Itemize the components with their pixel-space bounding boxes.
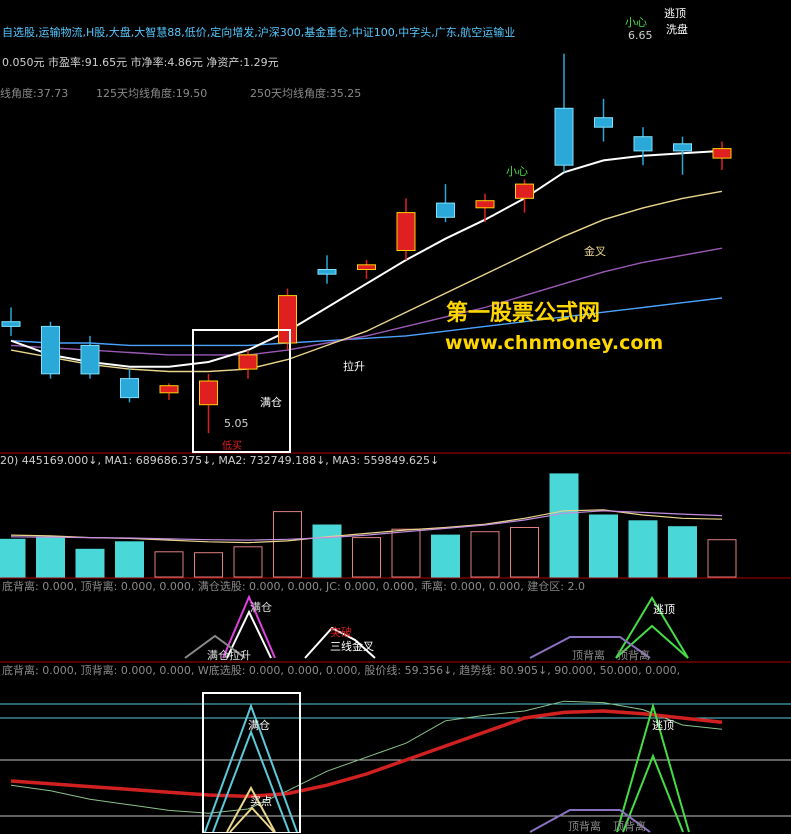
volume-bar xyxy=(75,548,105,578)
volume-bar xyxy=(115,541,144,578)
candle-body xyxy=(357,264,376,270)
volume-header: 20) 445169.000↓, MA1: 689686.375↓, MA2: … xyxy=(0,454,440,467)
candlesticks xyxy=(1,53,732,434)
p3-label-full: 满仓 xyxy=(248,719,270,732)
volume-bar xyxy=(312,524,342,578)
p3-label-divergence-2: 顶背离 xyxy=(613,820,646,833)
ma-angle-250: 250天均线角度:35.25 xyxy=(250,87,362,100)
sector-list: 自选股,运输物流,H股,大盘,大智慧88,低价,定向增发,沪深300,基金重仓,… xyxy=(2,26,516,39)
trend-line xyxy=(10,709,723,799)
candle-body xyxy=(199,380,218,406)
volume-bar xyxy=(273,511,302,578)
p2-label-three-cross: 三线金叉 xyxy=(330,640,374,653)
candle-body xyxy=(673,143,692,152)
annot-careful-mid: 小心 xyxy=(506,165,528,178)
candle-body xyxy=(159,385,179,394)
candle-body xyxy=(515,183,534,199)
p2-label-divergence-2: 顶背离 xyxy=(617,649,650,662)
volume-bar xyxy=(510,527,539,578)
volume-bar xyxy=(391,528,421,578)
candle-body xyxy=(554,107,574,166)
ma-angle-short: 线角度:37.73 xyxy=(0,87,69,100)
p3-label-escape: 逃顶 xyxy=(652,719,674,732)
volume-bar xyxy=(549,473,579,578)
volume-bar xyxy=(470,531,500,578)
p2-label-divergence-1: 顶背离 xyxy=(572,649,605,662)
candle-body xyxy=(317,269,337,275)
p2-label-breakout: 突破 xyxy=(330,626,352,639)
volume-bar xyxy=(628,520,658,578)
panel3-header: 底背离: 0.000, 顶背离: 0.000, 0.000, W底选股: 0.0… xyxy=(2,664,681,677)
candle-body xyxy=(594,117,613,128)
candle-body xyxy=(120,378,139,399)
watermark-url: www.chnmoney.com xyxy=(445,332,664,354)
annot-escape-top: 逃顶 xyxy=(664,7,686,20)
p2-label-full-lift: 满仓拉升 xyxy=(207,649,251,662)
volume-bar xyxy=(154,551,184,578)
candle-body xyxy=(80,344,100,375)
panel2-header: 底背离: 0.000, 顶背离: 0.000, 0.000, 满仓选股: 0.0… xyxy=(2,580,585,593)
candle-body xyxy=(396,212,416,252)
volume-bars xyxy=(0,473,737,578)
buy-signal-peak xyxy=(212,729,290,833)
volume-bar xyxy=(233,546,263,578)
candle-body xyxy=(41,325,60,375)
p3-label-buy: 买点 xyxy=(250,795,272,808)
annot-wash: 洗盘 xyxy=(666,23,688,36)
candle-body xyxy=(712,148,732,159)
volume-bar xyxy=(352,537,381,578)
annot-golden-cross: 金叉 xyxy=(584,245,606,258)
p2-label-escape: 逃顶 xyxy=(653,603,675,616)
volume-bar xyxy=(36,536,65,578)
candle-body xyxy=(238,354,258,370)
annot-full-position: 满仓 xyxy=(260,396,282,409)
volume-bar xyxy=(589,514,618,578)
annot-price-high: 6.65 xyxy=(628,29,653,42)
candle-body xyxy=(1,321,21,327)
volume-bar xyxy=(431,534,460,578)
volume-bar xyxy=(194,552,223,578)
candle-body xyxy=(475,200,495,209)
stock-chart xyxy=(0,53,791,833)
volume-bar xyxy=(668,526,697,578)
volume-bar xyxy=(0,538,26,578)
p2-label-full: 满仓 xyxy=(250,601,272,614)
annot-price-low: 5.05 xyxy=(224,417,249,430)
volume-bar xyxy=(707,539,737,578)
candle-body xyxy=(436,202,455,218)
annot-careful-top: 小心 xyxy=(625,16,647,29)
annot-low-marker: 低买 xyxy=(222,441,242,452)
candle-body xyxy=(633,136,653,152)
fundamentals: 0.050元 市盈率:91.65元 市净率:4.86元 净资产:1.29元 xyxy=(2,56,279,69)
annot-lift: 拉升 xyxy=(343,360,365,373)
ma-angle-125: 125天均线角度:19.50 xyxy=(96,87,208,100)
watermark-title: 第一股票公式网 xyxy=(446,301,601,326)
p3-label-divergence-1: 顶背离 xyxy=(568,820,601,833)
candle-body xyxy=(278,295,297,344)
